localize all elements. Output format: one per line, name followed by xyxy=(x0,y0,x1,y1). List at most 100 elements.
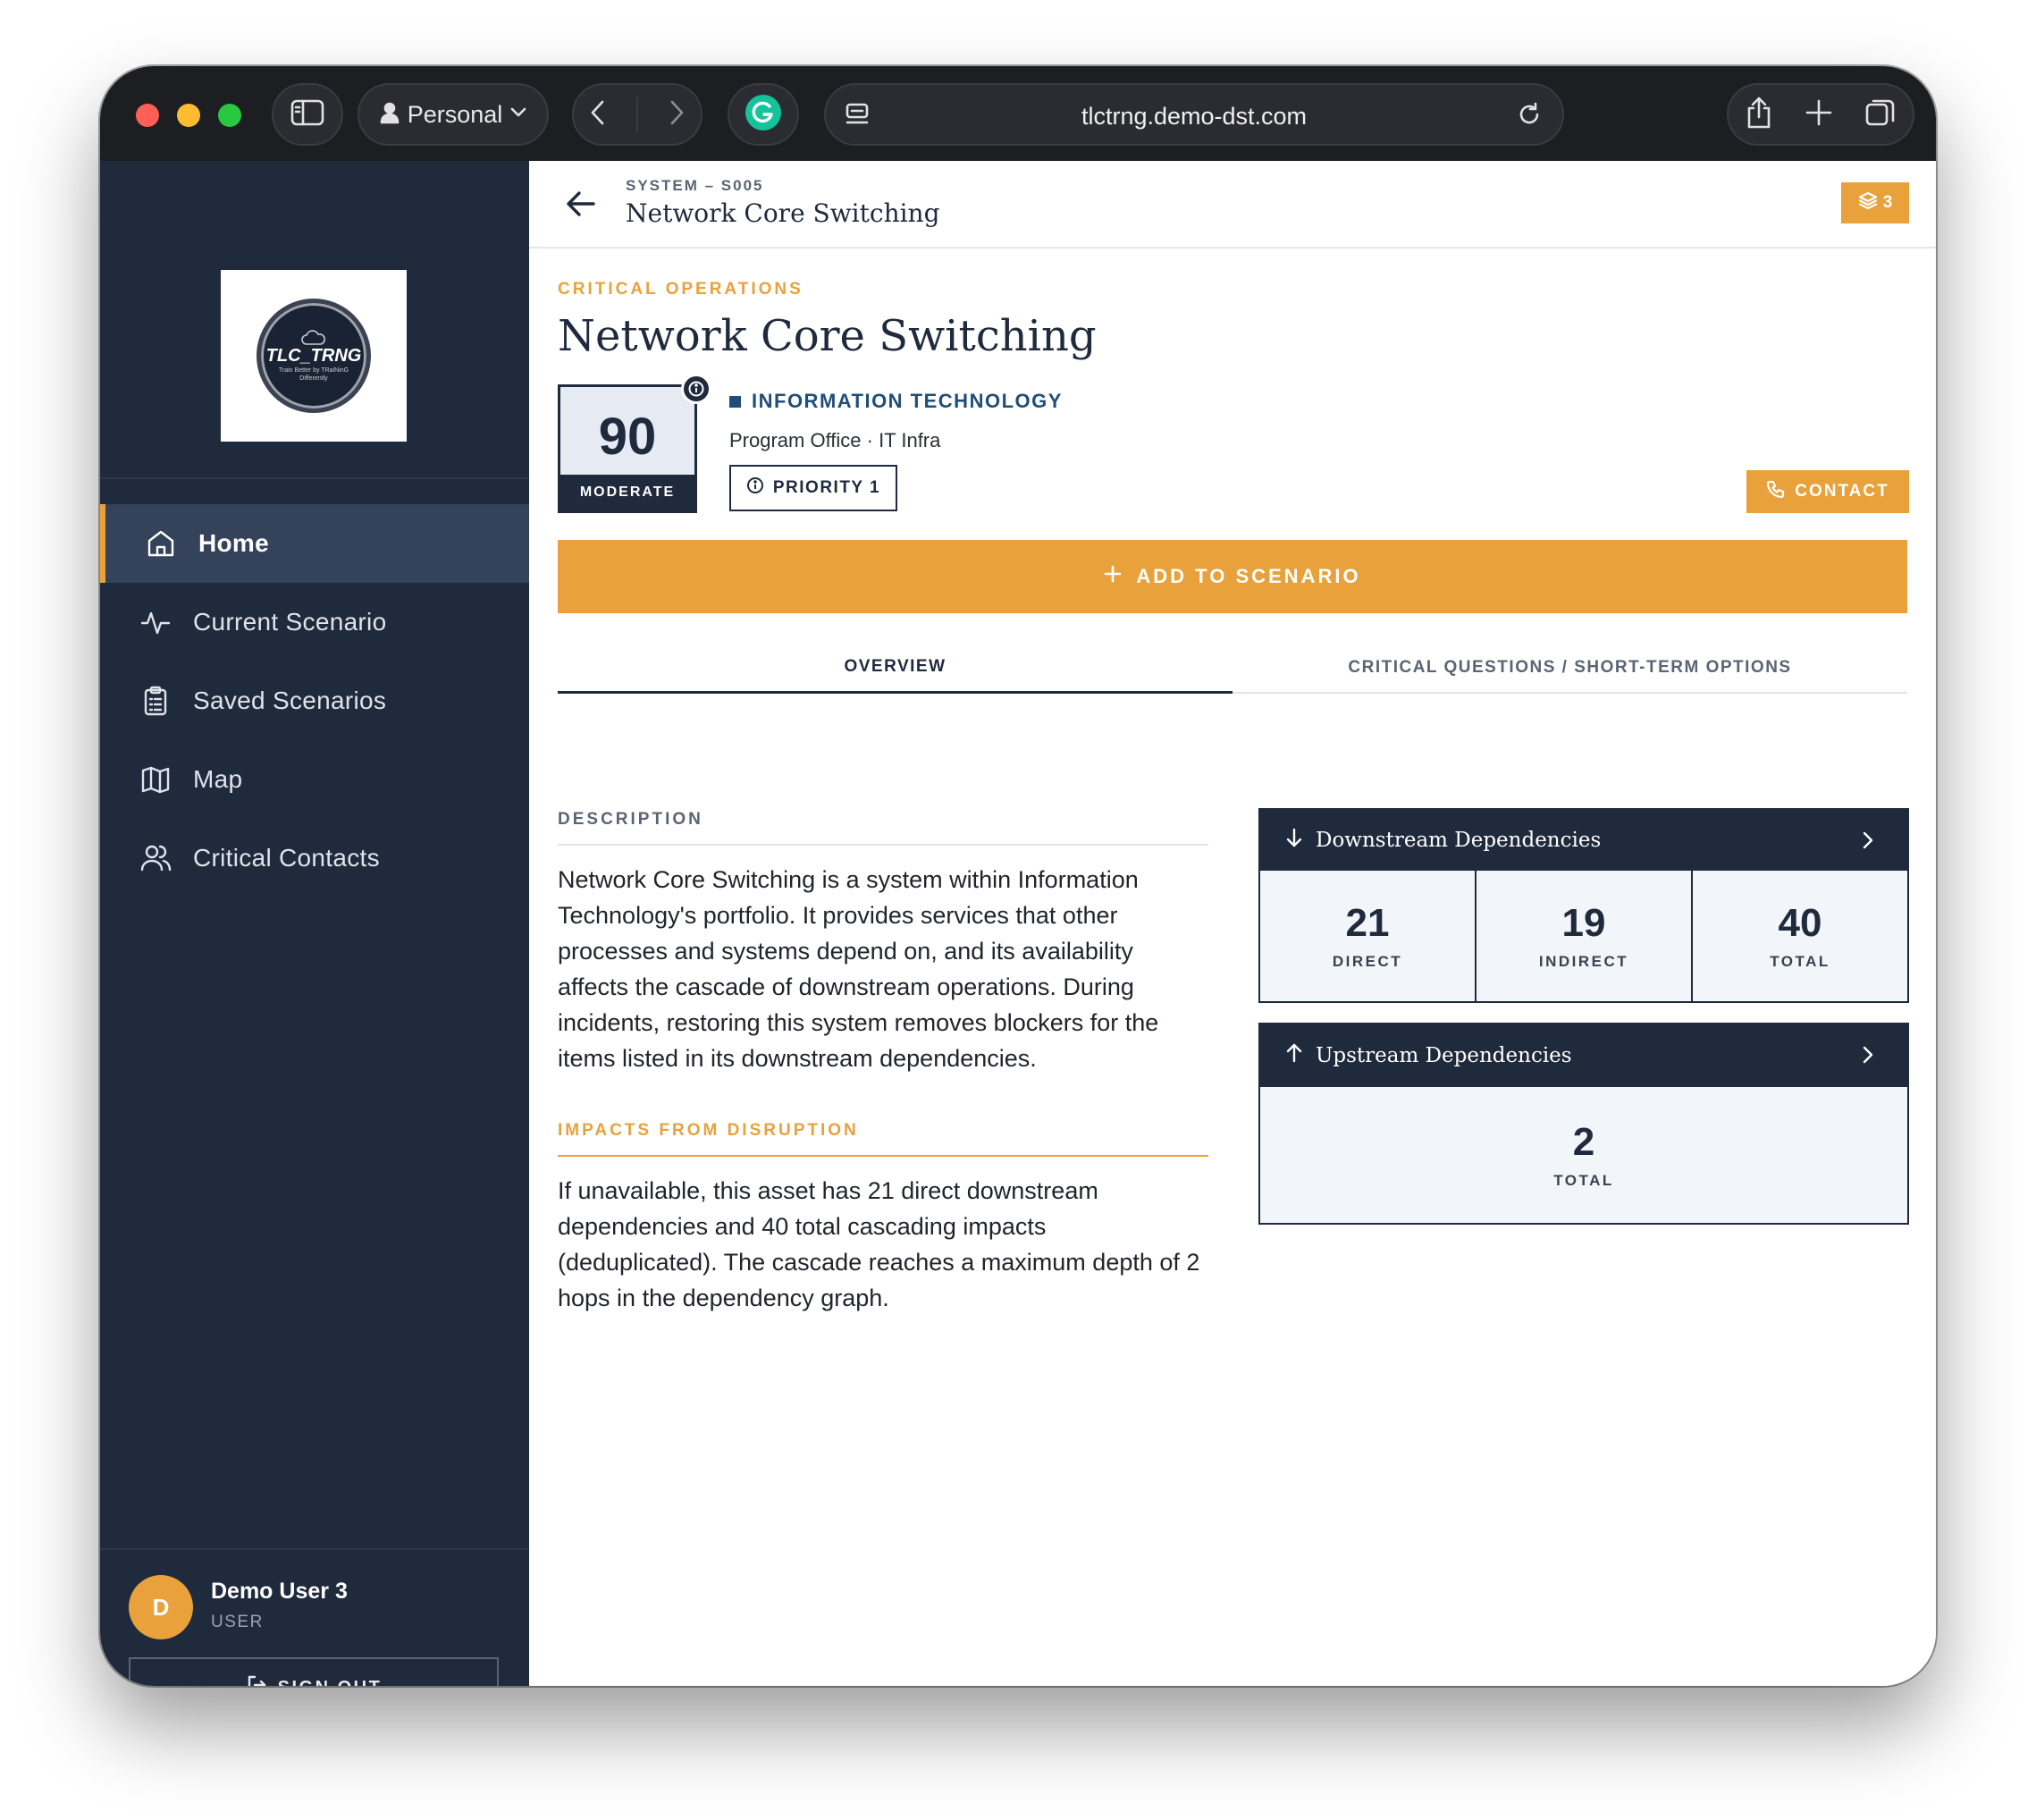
department-label: INFORMATION TECHNOLOGY xyxy=(752,390,1063,412)
sidebar-item-label: Current Scenario xyxy=(193,608,387,636)
history-nav xyxy=(572,83,703,146)
phone-icon xyxy=(1766,479,1786,504)
impacts-text: If unavailable, this asset has 21 direct… xyxy=(558,1177,1200,1311)
program-office-text: Program Office · IT Infra xyxy=(729,429,941,451)
minimize-window-button[interactable] xyxy=(177,104,200,127)
map-icon xyxy=(139,763,172,796)
sidebar-item-label: Map xyxy=(193,765,243,793)
description-divider xyxy=(558,844,1208,846)
contact-button[interactable]: CONTACT xyxy=(1746,470,1909,513)
sign-out-label: SIGN OUT xyxy=(278,1678,383,1687)
home-icon xyxy=(145,527,177,560)
stat-value: 2 xyxy=(1572,1120,1595,1164)
sidebar-item-current-scenario[interactable]: Current Scenario xyxy=(100,583,529,661)
scenario-count: 3 xyxy=(1882,193,1893,212)
downstream-total-stat: 40 TOTAL xyxy=(1693,871,1907,1001)
downstream-stats: 21 DIRECT 19 INDIRECT 40 TOTAL xyxy=(1260,871,1907,1001)
browser-window: Personal tlctrng.demo-dst.com TLC_TRNG T… xyxy=(100,66,1936,1686)
priority-label: PRIORITY 1 xyxy=(772,478,881,497)
downstream-direct-stat: 21 DIRECT xyxy=(1260,871,1477,1001)
sidebar-divider xyxy=(100,477,529,479)
sidebar: TLC_TRNG Train Better by TRaiNinG Differ… xyxy=(100,161,529,1686)
info-circle-icon xyxy=(746,476,764,500)
logo-tagline: Train Better by TRaiNinG Differently xyxy=(278,367,349,382)
chevron-right-icon xyxy=(1861,830,1875,856)
tab-overview-icon[interactable] xyxy=(1864,97,1897,133)
sidebar-item-label: Home xyxy=(198,529,269,557)
grammarly-extension-button[interactable] xyxy=(728,83,799,146)
stat-label: TOTAL xyxy=(1553,1172,1614,1189)
sidebar-item-label: Saved Scenarios xyxy=(193,687,387,714)
close-window-button[interactable] xyxy=(136,104,159,127)
chevron-down-icon xyxy=(509,106,527,123)
arrow-up-icon xyxy=(1285,1042,1303,1069)
back-nav-icon[interactable] xyxy=(589,98,607,131)
cloud-icon xyxy=(301,329,325,345)
scenario-count-badge[interactable]: 3 xyxy=(1841,182,1909,223)
back-arrow-icon[interactable] xyxy=(565,188,597,224)
impacts-divider xyxy=(558,1155,1208,1157)
browser-toolbar: Personal tlctrng.demo-dst.com xyxy=(100,66,1936,161)
score-info-icon[interactable] xyxy=(681,374,711,404)
department-tag: INFORMATION TECHNOLOGY xyxy=(729,390,1063,413)
tab-critical-questions[interactable]: CRITICAL QUESTIONS / SHORT-TERM OPTIONS xyxy=(1233,642,1907,694)
upstream-total-stat: 2 TOTAL xyxy=(1260,1087,1907,1223)
page-header: SYSTEM – S005 Network Core Switching 3 xyxy=(529,161,1936,249)
upstream-dependencies-header[interactable]: Upstream Dependencies xyxy=(1260,1024,1907,1087)
upstream-stats: 2 TOTAL xyxy=(1260,1087,1907,1223)
stat-label: INDIRECT xyxy=(1538,953,1629,970)
new-tab-icon[interactable] xyxy=(1805,98,1833,131)
app-logo[interactable]: TLC_TRNG Train Better by TRaiNinG Differ… xyxy=(221,270,407,442)
description-text: Network Core Switching is a system withi… xyxy=(558,866,1159,1072)
reload-icon[interactable] xyxy=(1516,101,1543,132)
sign-out-button[interactable]: SIGN OUT xyxy=(129,1657,499,1686)
downstream-title: Downstream Dependencies xyxy=(1316,829,1602,852)
share-icon[interactable] xyxy=(1745,96,1773,134)
risk-score-card: 90 MODERATE xyxy=(558,384,697,513)
sidebar-item-critical-contacts[interactable]: Critical Contacts xyxy=(100,819,529,897)
contact-label: CONTACT xyxy=(1795,482,1889,501)
detail-tabs: OVERVIEW CRITICAL QUESTIONS / SHORT-TERM… xyxy=(558,642,1907,694)
chevron-right-icon xyxy=(1861,1044,1875,1071)
grammarly-icon xyxy=(744,93,783,137)
window-actions xyxy=(1727,83,1914,146)
category-kicker: CRITICAL OPERATIONS xyxy=(558,280,803,299)
sidebar-toggle-button[interactable] xyxy=(272,83,343,146)
add-to-scenario-label: ADD TO SCENARIO xyxy=(1136,565,1361,587)
description-heading: DESCRIPTION xyxy=(558,810,703,829)
avatar: D xyxy=(129,1575,193,1639)
tab-overview[interactable]: OVERVIEW xyxy=(558,642,1233,694)
stat-value: 21 xyxy=(1345,901,1390,945)
downstream-dependencies-header[interactable]: Downstream Dependencies xyxy=(1260,810,1907,871)
sidebar-item-label: Critical Contacts xyxy=(193,844,380,872)
priority-badge: PRIORITY 1 xyxy=(729,465,897,511)
main-content: SYSTEM – S005 Network Core Switching 3 C… xyxy=(529,161,1936,1686)
downstream-indirect-stat: 19 INDIRECT xyxy=(1477,871,1693,1001)
activity-icon xyxy=(139,606,172,638)
upstream-dependencies-card[interactable]: Upstream Dependencies 2 TOTAL xyxy=(1258,1023,1909,1225)
layers-icon xyxy=(1858,190,1878,215)
address-bar[interactable]: tlctrng.demo-dst.com xyxy=(824,83,1564,146)
sidebar-item-home[interactable]: Home xyxy=(100,504,529,583)
person-icon xyxy=(379,101,400,129)
department-color-square xyxy=(729,395,741,408)
profile-menu-button[interactable]: Personal xyxy=(358,83,549,146)
breadcrumb: SYSTEM – S005 xyxy=(626,177,764,194)
page-title: Network Core Switching xyxy=(558,311,1097,361)
downstream-dependencies-card[interactable]: Downstream Dependencies 21 DIRECT 19 IND… xyxy=(1258,808,1909,1003)
user-role: USER xyxy=(211,1613,264,1631)
sidebar-item-saved-scenarios[interactable]: Saved Scenarios xyxy=(100,661,529,740)
risk-score-value: 90 xyxy=(598,408,657,466)
logo-emblem: TLC_TRNG Train Better by TRaiNinG Differ… xyxy=(257,299,371,413)
sidebar-divider xyxy=(100,1548,529,1550)
logo-title: TLC_TRNG xyxy=(265,345,362,366)
plus-icon xyxy=(1104,565,1122,588)
add-to-scenario-button[interactable]: ADD TO SCENARIO xyxy=(558,540,1907,613)
user-name: Demo User 3 xyxy=(211,1579,348,1604)
forward-nav-icon[interactable] xyxy=(668,98,686,131)
zoom-window-button[interactable] xyxy=(218,104,241,127)
arrow-down-icon xyxy=(1285,827,1303,854)
sidebar-item-map[interactable]: Map xyxy=(100,740,529,819)
impacts-heading: IMPACTS FROM DISRUPTION xyxy=(558,1121,859,1140)
stat-value: 40 xyxy=(1778,901,1822,945)
